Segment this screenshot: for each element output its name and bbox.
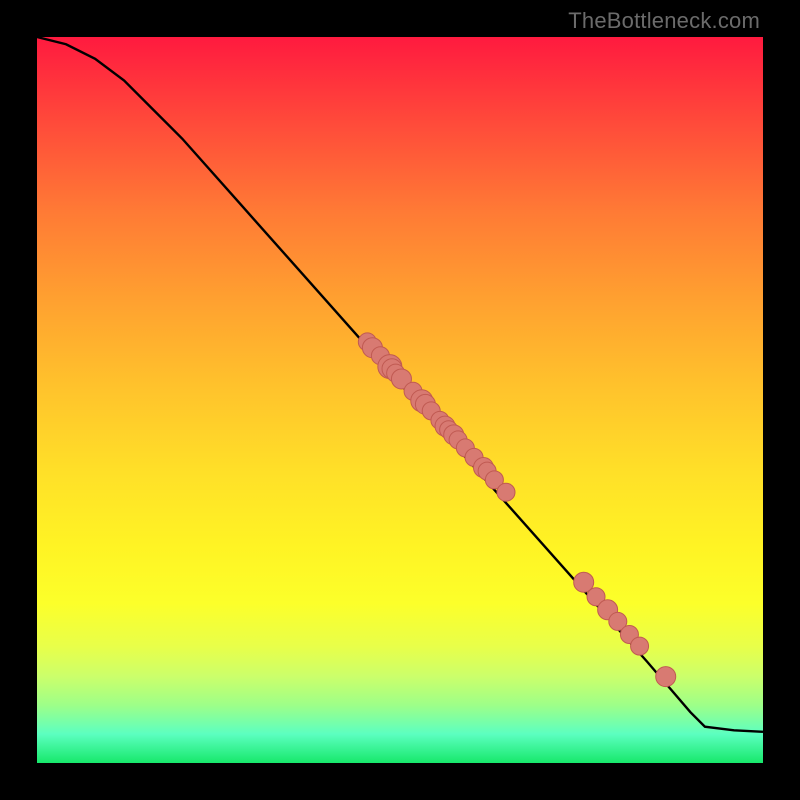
data-point <box>497 483 515 501</box>
chart-frame: TheBottleneck.com <box>0 0 800 800</box>
chart-svg <box>37 37 763 763</box>
data-point <box>656 667 676 687</box>
data-point <box>631 637 649 655</box>
plot-area <box>37 37 763 763</box>
watermark-text: TheBottleneck.com <box>568 8 760 34</box>
marker-group <box>358 333 675 687</box>
